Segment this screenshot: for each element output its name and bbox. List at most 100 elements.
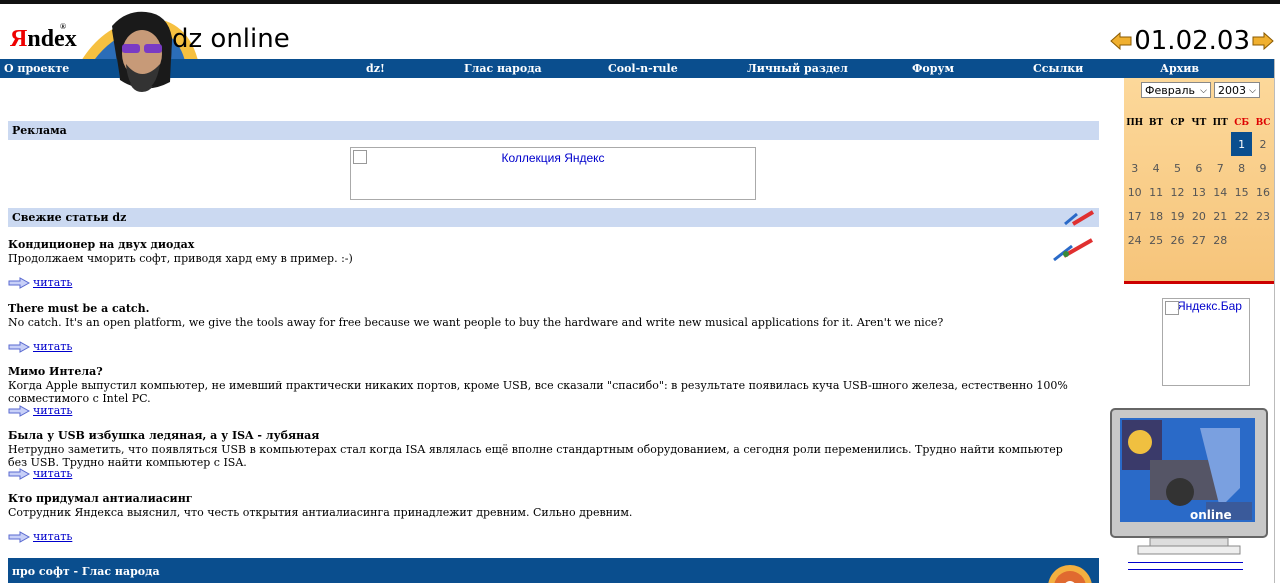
calendar-day: [1188, 132, 1209, 156]
calendar-day[interactable]: 15: [1231, 180, 1252, 204]
calendar-day[interactable]: 10: [1124, 180, 1145, 204]
calendar-day[interactable]: 19: [1167, 204, 1188, 228]
calendar-day[interactable]: 22: [1231, 204, 1252, 228]
calendar-day[interactable]: 24: [1124, 228, 1145, 252]
nav-item-about[interactable]: О проекте: [4, 62, 69, 75]
arrow-right-icon: [8, 467, 30, 480]
next-date-arrow-icon[interactable]: [1252, 32, 1274, 50]
article-item: Мимо Интела? Когда Apple выпустил компью…: [8, 365, 1068, 405]
calendar-day[interactable]: 7: [1210, 156, 1231, 180]
cd-icon: [1048, 565, 1092, 583]
underline-link[interactable]: [1128, 569, 1243, 570]
calendar-day[interactable]: 17: [1124, 204, 1145, 228]
arrow-right-icon: [8, 276, 30, 289]
article-title[interactable]: Мимо Интела?: [8, 365, 1068, 378]
read-more-link[interactable]: читать: [33, 467, 72, 480]
nav-item-dz[interactable]: dz!: [366, 62, 385, 75]
calendar-day[interactable]: 5: [1167, 156, 1188, 180]
month-select-value: Февраль: [1145, 84, 1195, 97]
soft-section-header: про софт - Глас народа: [8, 558, 1099, 583]
soft-section-title: про софт - Глас народа: [12, 565, 160, 578]
calendar-day: [1210, 132, 1231, 156]
broken-image-icon: [1165, 301, 1179, 315]
calendar-day: [1231, 228, 1252, 252]
calendar-grid: ПН ВТ СР ЧТ ПТ СБ ВС 1 2 3 4 5 6 7 8 9 1…: [1124, 114, 1274, 252]
calendar-day[interactable]: 2: [1252, 132, 1273, 156]
calendar-day[interactable]: 6: [1188, 156, 1209, 180]
calendar-day[interactable]: 18: [1145, 204, 1166, 228]
read-more-link[interactable]: читать: [33, 276, 72, 289]
tv-online-logo[interactable]: [1110, 408, 1268, 583]
nav-item-archive[interactable]: Архив: [1160, 62, 1199, 75]
tools-icon: [1064, 210, 1095, 226]
yandex-logo[interactable]: Яndex ®: [10, 22, 77, 53]
article-item: There must be a catch. No catch. It's an…: [8, 302, 1068, 329]
calendar-day[interactable]: 3: [1124, 156, 1145, 180]
weekday-label-weekend: СБ: [1234, 118, 1250, 128]
article-title[interactable]: Кто придумал антиалиасинг: [8, 492, 1068, 505]
nav-item-personal[interactable]: Личный раздел: [747, 62, 848, 75]
article-description: Когда Apple выпустил компьютер, не имевш…: [8, 379, 1068, 405]
yandex-bar-link[interactable]: Яндекс.Бар: [1177, 299, 1242, 313]
calendar-day[interactable]: 16: [1252, 180, 1273, 204]
read-more: читать: [8, 530, 72, 543]
yandex-bar-banner[interactable]: Яндекс.Бар: [1162, 298, 1250, 386]
mascot-overlay: [112, 11, 172, 90]
year-select[interactable]: 2003 ⌵: [1214, 82, 1260, 98]
fresh-articles-header: Свежие статьи dz: [8, 208, 1099, 227]
calendar-day[interactable]: 14: [1210, 180, 1231, 204]
article-description: Продолжаем чморить софт, приводя хард ем…: [8, 252, 353, 265]
calendar-day: [1252, 228, 1273, 252]
article-title[interactable]: Была у USB избушка ледяная, а у ISA - лу…: [8, 429, 1068, 442]
current-date: 01.02.03: [1134, 26, 1250, 56]
article-description: Нетрудно заметить, что появляться USB в …: [8, 443, 1063, 469]
calendar-weekday-row: ПН ВТ СР ЧТ ПТ СБ ВС: [1124, 114, 1274, 132]
calendar-week-row: 24 25 26 27 28: [1124, 228, 1274, 252]
weekday-label-weekend: ВС: [1255, 118, 1271, 128]
calendar-day[interactable]: 11: [1145, 180, 1166, 204]
calendar-day[interactable]: 12: [1167, 180, 1188, 204]
underline-link[interactable]: [1128, 562, 1243, 563]
calendar-day-today[interactable]: 1: [1230, 132, 1253, 156]
article-description: No catch. It's an open platform, we give…: [8, 316, 944, 329]
nav-item-links[interactable]: Ссылки: [1033, 62, 1083, 75]
calendar-day[interactable]: 9: [1252, 156, 1273, 180]
fresh-articles-title: Свежие статьи dz: [12, 211, 127, 224]
read-more-link[interactable]: читать: [33, 404, 72, 417]
chevron-down-icon: ⌵: [1249, 86, 1256, 96]
calendar-day[interactable]: 23: [1252, 204, 1273, 228]
nav-item-glas-naroda[interactable]: Глас народа: [464, 62, 542, 75]
prev-date-arrow-icon[interactable]: [1110, 32, 1132, 50]
arrow-right-icon: [8, 340, 30, 353]
chevron-down-icon: ⌵: [1200, 86, 1207, 96]
calendar-day[interactable]: 13: [1188, 180, 1209, 204]
calendar-day[interactable]: 20: [1188, 204, 1209, 228]
calendar-day[interactable]: 28: [1210, 228, 1231, 252]
calendar-day[interactable]: 25: [1145, 228, 1166, 252]
ad-banner-link[interactable]: Коллекция Яндекс: [351, 151, 755, 165]
weekday-label: ВТ: [1148, 118, 1164, 128]
nav-item-cool-n-rule[interactable]: Cool-n-rule: [608, 62, 678, 75]
read-more: читать: [8, 404, 72, 417]
article-title[interactable]: There must be a catch.: [8, 302, 1068, 315]
calendar-day[interactable]: 4: [1145, 156, 1166, 180]
calendar-day[interactable]: 26: [1167, 228, 1188, 252]
ad-banner[interactable]: Коллекция Яндекс: [350, 147, 756, 200]
calendar-day[interactable]: 27: [1188, 228, 1209, 252]
calendar-week-row: 10 11 12 13 14 15 16: [1124, 180, 1274, 204]
month-select[interactable]: Февраль ⌵: [1141, 82, 1211, 98]
calendar-day[interactable]: 21: [1210, 204, 1231, 228]
read-more: читать: [8, 276, 72, 289]
article-item: Кто придумал антиалиасинг Сотрудник Янде…: [8, 492, 1068, 519]
year-select-value: 2003: [1218, 84, 1246, 97]
tv-caption: online: [1190, 508, 1232, 522]
read-more-link[interactable]: читать: [33, 340, 72, 353]
weekday-label: ПН: [1126, 118, 1144, 128]
bottom-links: [1128, 562, 1243, 576]
read-more-link[interactable]: читать: [33, 530, 72, 543]
arrow-right-icon: [8, 530, 30, 543]
article-title[interactable]: Кондиционер на двух диодах: [8, 238, 1068, 251]
nav-item-forum[interactable]: Форум: [912, 62, 954, 75]
calendar-day[interactable]: 8: [1231, 156, 1252, 180]
ads-section-title: Реклама: [12, 124, 67, 137]
